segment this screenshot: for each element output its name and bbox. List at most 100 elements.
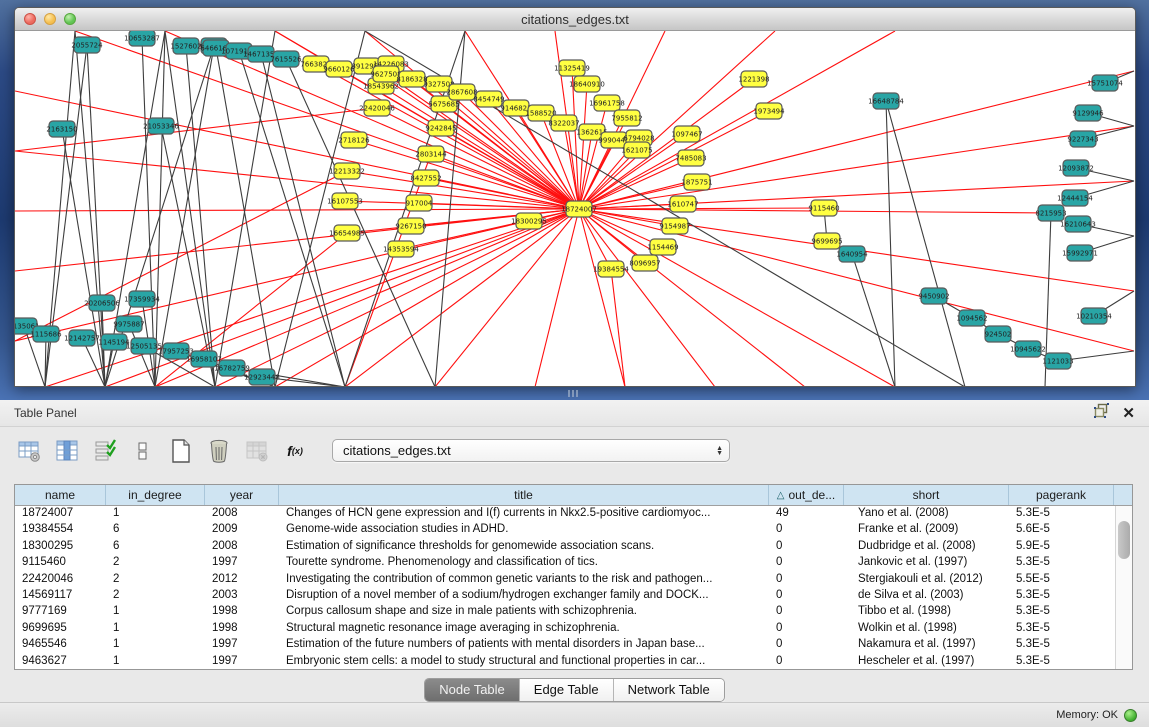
graph-node[interactable]: 15992971 — [1062, 245, 1098, 261]
graph-node[interactable]: 9129946 — [1072, 105, 1104, 121]
citation-edge-red[interactable] — [579, 209, 805, 387]
cell-pagerank[interactable]: 5.3E-5 — [1009, 654, 1114, 669]
graph-node[interactable]: 1610747 — [667, 196, 698, 212]
float-panel-icon[interactable] — [1094, 403, 1109, 423]
tab-edge-table[interactable]: Edge Table — [520, 679, 614, 701]
graph-node[interactable]: 16961758 — [589, 95, 625, 111]
column-header-pagerank[interactable]: pagerank — [1009, 485, 1114, 505]
citation-edge-black[interactable] — [155, 46, 214, 387]
cell-short[interactable]: Yano et al. (2008) — [844, 506, 1009, 522]
tab-node-table[interactable]: Node Table — [425, 679, 520, 701]
graph-node[interactable]: 8186328 — [396, 71, 427, 87]
graph-node[interactable]: 1115686 — [30, 326, 62, 342]
cell-name[interactable]: 9463627 — [15, 654, 106, 669]
cell-in_degree[interactable]: 1 — [106, 506, 205, 522]
cell-pagerank[interactable]: 5.3E-5 — [1009, 506, 1114, 522]
cell-year[interactable]: 1997 — [205, 654, 279, 669]
cell-short[interactable]: Franke et al. (2009) — [844, 522, 1009, 538]
minimize-window-button[interactable] — [44, 13, 56, 25]
close-window-button[interactable] — [24, 13, 36, 25]
cell-year[interactable]: 2012 — [205, 572, 279, 588]
network-canvas[interactable]: 1872400722420046271812612213322161075531… — [15, 31, 1135, 387]
cell-year[interactable]: 2009 — [205, 522, 279, 538]
cell-title[interactable]: Corpus callosum shape and size in male p… — [279, 604, 769, 620]
graph-node[interactable]: 18640910 — [569, 76, 605, 92]
table-row[interactable]: 2242004622012Investigating the contribut… — [15, 572, 1115, 588]
cell-short[interactable]: Dudbridge et al. (2008) — [844, 539, 1009, 555]
cell-pagerank[interactable]: 5.3E-5 — [1009, 621, 1114, 637]
cell-in_degree[interactable]: 1 — [106, 621, 205, 637]
graph-node[interactable]: 1875751 — [681, 174, 712, 190]
citation-edge-red[interactable] — [579, 208, 824, 209]
cell-short[interactable]: Hescheler et al. (1997) — [844, 654, 1009, 669]
cell-in_degree[interactable]: 1 — [106, 654, 205, 669]
cell-pagerank[interactable]: 5.3E-5 — [1009, 588, 1114, 604]
column-header-title[interactable]: title — [279, 485, 769, 505]
citation-edge-black[interactable] — [129, 324, 155, 387]
cell-name[interactable]: 18300295 — [15, 539, 106, 555]
cell-title[interactable]: Embryonic stem cells: a model to study s… — [279, 654, 769, 669]
graph-node[interactable]: 10945622 — [1010, 341, 1046, 357]
cell-name[interactable]: 19384554 — [15, 522, 106, 538]
graph-node[interactable]: 22420046 — [359, 100, 395, 116]
citation-edge-red[interactable] — [579, 31, 775, 209]
cell-name[interactable]: 9777169 — [15, 604, 106, 620]
cell-out_degree[interactable]: 0 — [769, 522, 844, 538]
graph-node[interactable]: 11325419 — [554, 60, 590, 76]
cell-out_degree[interactable]: 0 — [769, 604, 844, 620]
graph-node[interactable]: 9975887 — [113, 316, 144, 332]
graph-node[interactable]: 9115460 — [808, 200, 839, 216]
graph-node[interactable]: 7955812 — [611, 110, 642, 126]
graph-node[interactable]: 1640954 — [836, 246, 868, 262]
graph-node[interactable]: 2803144 — [415, 146, 447, 162]
graph-node[interactable]: 10210354 — [1076, 308, 1112, 324]
graph-node[interactable]: 17359934 — [124, 291, 160, 307]
citation-edge-red[interactable] — [275, 209, 579, 387]
graph-node[interactable]: 9242845 — [425, 120, 456, 136]
graph-node[interactable]: 2718126 — [338, 132, 370, 148]
cell-title[interactable]: Tourette syndrome. Phenomenology and cla… — [279, 555, 769, 571]
graph-node[interactable]: 10653287 — [124, 31, 160, 46]
cell-short[interactable]: Wolkin et al. (1998) — [844, 621, 1009, 637]
cell-out_degree[interactable]: 0 — [769, 555, 844, 571]
cell-short[interactable]: de Silva et al. (2003) — [844, 588, 1009, 604]
citation-edge-red[interactable] — [579, 209, 715, 387]
graph-node[interactable]: 2055724 — [71, 37, 103, 53]
table-row[interactable]: 946554611997Estimation of the future num… — [15, 637, 1115, 653]
citation-edge-red[interactable] — [579, 126, 1134, 209]
cell-out_degree[interactable]: 0 — [769, 572, 844, 588]
graph-node[interactable]: 14353594 — [383, 241, 419, 257]
cell-out_degree[interactable]: 0 — [769, 637, 844, 653]
cell-in_degree[interactable]: 2 — [106, 555, 205, 571]
cell-title[interactable]: Estimation of significance thresholds fo… — [279, 539, 769, 555]
cell-year[interactable]: 2008 — [205, 506, 279, 522]
cell-name[interactable]: 9465546 — [15, 637, 106, 653]
cell-name[interactable]: 22420046 — [15, 572, 106, 588]
citation-edge-red[interactable] — [579, 209, 625, 387]
graph-node[interactable]: 9154987 — [659, 218, 690, 234]
cell-year[interactable]: 1998 — [205, 621, 279, 637]
graph-node[interactable]: 9660126 — [323, 61, 355, 77]
column-visibility-icon[interactable] — [54, 438, 80, 464]
table-options-icon[interactable] — [16, 438, 42, 464]
cell-name[interactable]: 9699695 — [15, 621, 106, 637]
cell-pagerank[interactable]: 5.3E-5 — [1009, 555, 1114, 571]
graph-node[interactable]: 16648784 — [868, 93, 904, 109]
graph-node[interactable]: 1527602 — [170, 38, 201, 54]
cell-year[interactable]: 1997 — [205, 555, 279, 571]
close-panel-icon[interactable]: ✕ — [1122, 406, 1135, 421]
hub-node[interactable]: 18724007 — [561, 201, 597, 217]
cell-title[interactable]: Genome-wide association studies in ADHD. — [279, 522, 769, 538]
cell-in_degree[interactable]: 1 — [106, 604, 205, 620]
citation-edge-red[interactable] — [579, 209, 895, 387]
cell-in_degree[interactable]: 6 — [106, 522, 205, 538]
cell-in_degree[interactable]: 2 — [106, 588, 205, 604]
graph-node[interactable]: 9267150 — [395, 218, 426, 234]
citation-edge-red[interactable] — [215, 209, 579, 387]
function-builder-icon[interactable]: f(x) — [282, 438, 308, 464]
citation-edge-red[interactable] — [579, 71, 1134, 209]
graph-node[interactable]: 8427552 — [410, 170, 441, 186]
table-row[interactable]: 1456911722003Disruption of a novel membe… — [15, 588, 1115, 604]
citation-edge-black[interactable] — [886, 101, 965, 387]
graph-node[interactable]: 7485083 — [675, 150, 706, 166]
